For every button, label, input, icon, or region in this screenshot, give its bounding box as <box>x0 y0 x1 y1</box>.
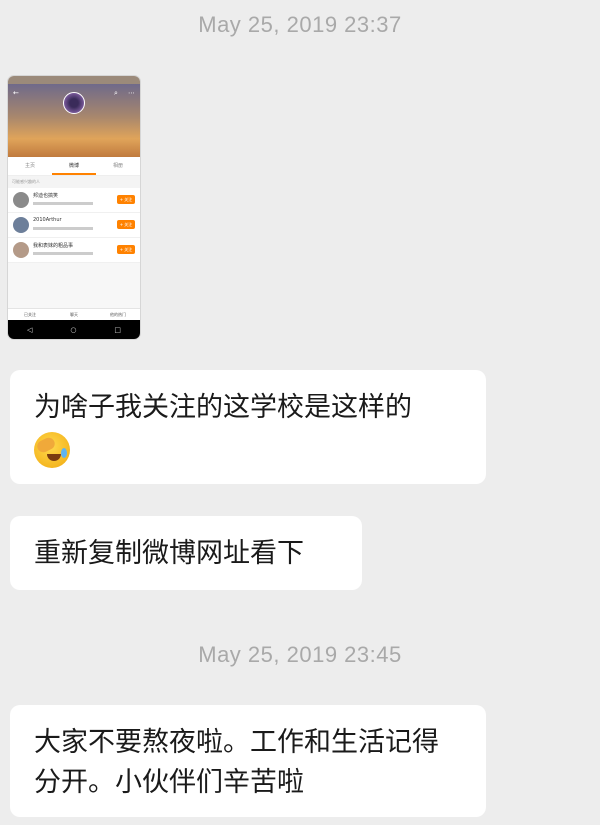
recents-icon: □ <box>114 325 121 334</box>
follow-button: + 关注 <box>117 195 135 204</box>
message-bubble[interactable]: 重新复制微博网址看下 <box>10 516 362 590</box>
home-icon: ○ <box>70 325 77 334</box>
message-text: 为啥子我关注的这学校是这样的 <box>34 392 412 423</box>
avatar <box>13 242 29 258</box>
follow-button: + 关注 <box>117 220 135 229</box>
screenshot-image-message[interactable]: ← ⌕ ⋯ 主页 微博 相册 可能感兴趣的人 邦迪也搞笑 + 关注 2010Ar… <box>8 76 140 339</box>
list-item: 邦迪也搞笑 + 关注 <box>8 188 140 213</box>
phone-status-bar <box>8 76 140 84</box>
list-header-label: 可能感兴趣的人 <box>12 179 40 184</box>
user-description <box>33 202 93 205</box>
list-header: 可能感兴趣的人 <box>8 176 140 188</box>
android-nav-bar: ◁ ○ □ <box>8 320 140 339</box>
avatar <box>13 192 29 208</box>
face-palm-laugh-icon <box>34 431 70 468</box>
back-arrow-icon: ← <box>13 89 19 97</box>
back-icon: ◁ <box>26 325 33 334</box>
tab-weibo: 微博 <box>52 157 96 175</box>
follow-button: + 关注 <box>117 245 135 254</box>
message-bubble[interactable]: 为啥子我关注的这学校是这样的 <box>10 370 486 484</box>
search-icon: ⌕ <box>114 89 118 97</box>
message-text: 重新复制微博网址看下 <box>34 538 304 569</box>
profile-banner: ← ⌕ ⋯ <box>8 84 140 157</box>
message-bubble[interactable]: 大家不要熬夜啦。工作和生活记得分开。小伙伴们辛苦啦 <box>10 705 486 817</box>
profile-tabs: 主页 微博 相册 <box>8 157 140 176</box>
avatar <box>63 92 85 114</box>
user-description <box>33 227 93 230</box>
user-name: 我和表妹的粗品事 <box>33 243 74 249</box>
timestamp: May 25, 2019 23:45 <box>198 642 402 667</box>
avatar <box>13 217 29 233</box>
tab-album: 相册 <box>112 163 123 169</box>
list-item: 2010Arthur + 关注 <box>8 213 140 238</box>
timestamp: May 25, 2019 23:37 <box>198 12 402 37</box>
message-text: 大家不要熬夜啦。工作和生活记得分开。小伙伴们辛苦啦 <box>34 727 439 798</box>
list-item: 我和表妹的粗品事 + 关注 <box>8 238 140 263</box>
user-description <box>33 252 93 255</box>
more-icon: ⋯ <box>128 89 135 97</box>
tab-home: 主页 <box>24 163 35 169</box>
user-name: 邦迪也搞笑 <box>33 193 59 199</box>
user-name: 2010Arthur <box>33 217 62 223</box>
